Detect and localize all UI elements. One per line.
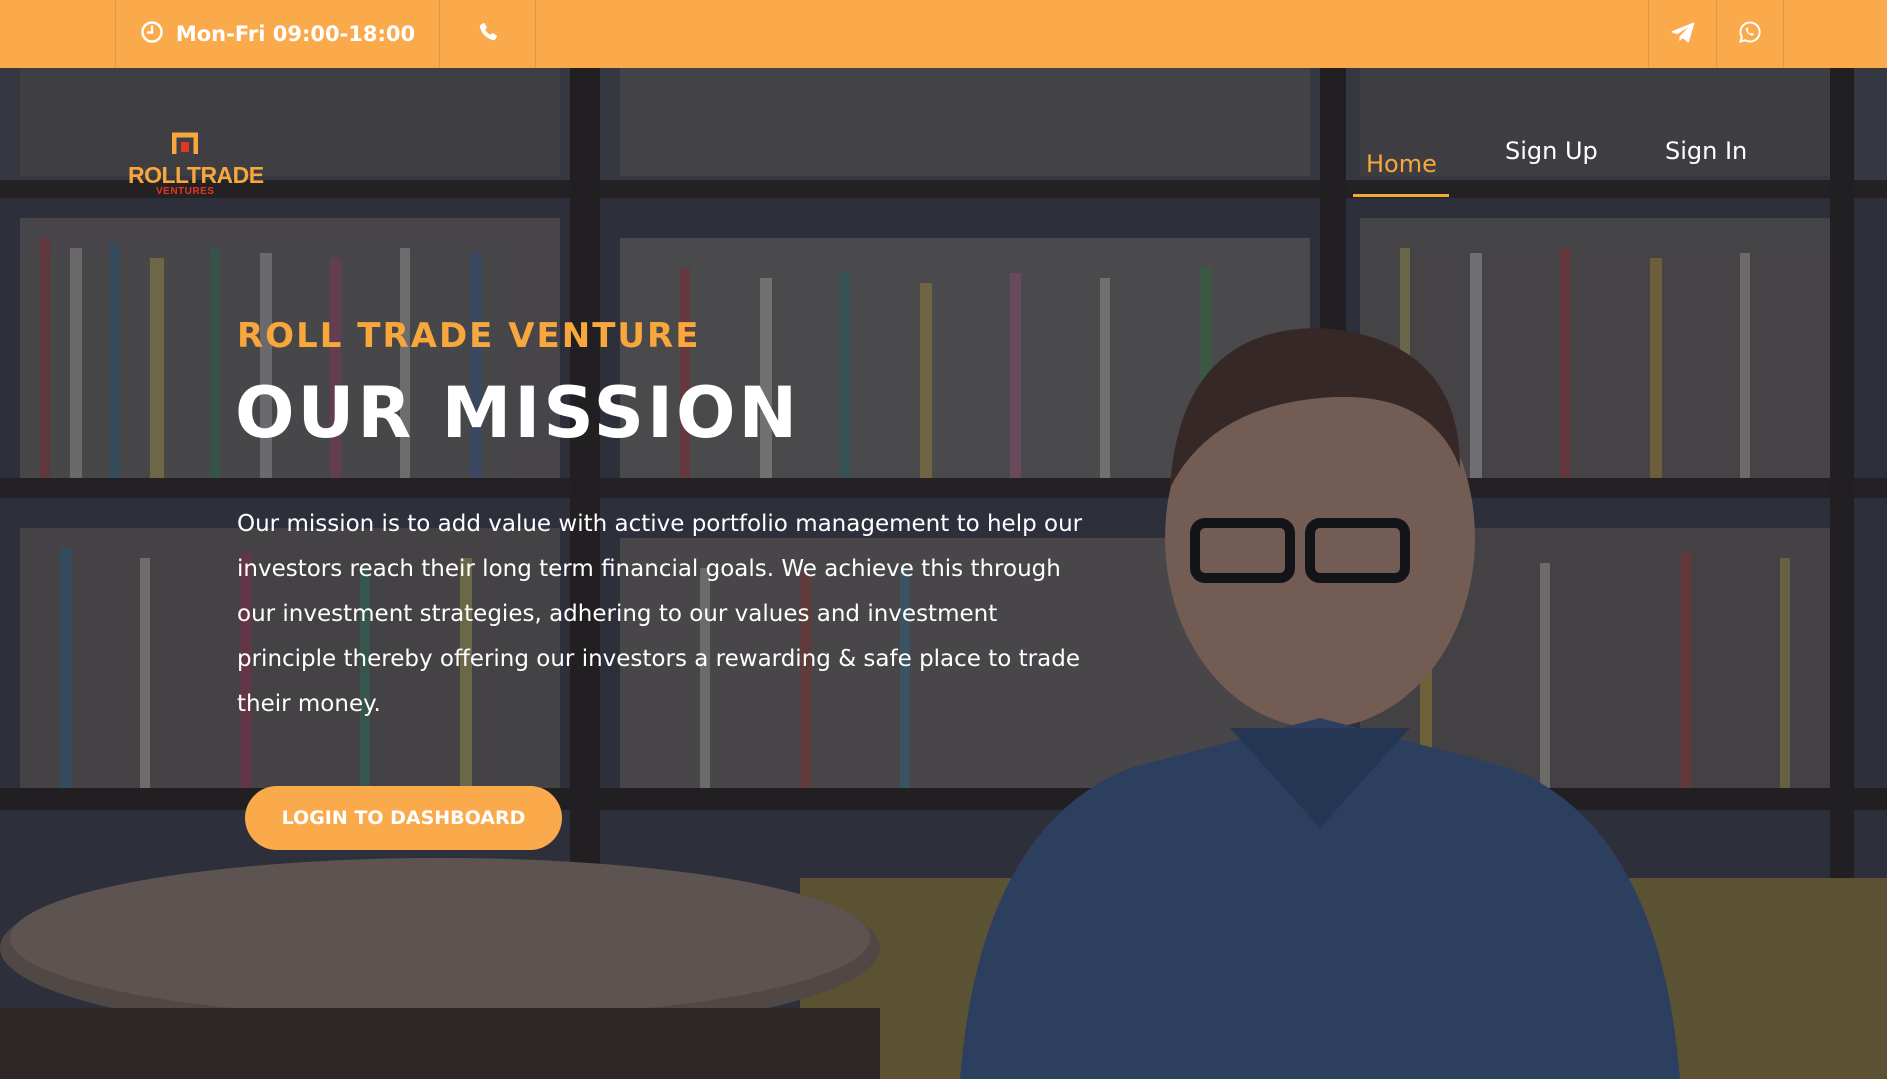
hero-eyebrow: ROLL TRADE VENTURE (237, 316, 701, 356)
logo-subtitle: VENTURES (156, 186, 215, 197)
hero-title: OUR MISSION (235, 372, 801, 454)
telegram-link[interactable] (1648, 0, 1716, 68)
logo-mark-icon (172, 132, 198, 154)
whatsapp-link[interactable] (1716, 0, 1784, 68)
phone-icon (477, 21, 499, 47)
nav-sign-up[interactable]: Sign Up (1505, 137, 1598, 165)
nav-home[interactable]: Home (1366, 150, 1437, 178)
login-dashboard-button[interactable]: LOGIN TO DASHBOARD (245, 786, 562, 850)
hero-description: Our mission is to add value with active … (237, 511, 1083, 717)
telegram-icon (1670, 19, 1696, 49)
nav-active-underline (1353, 194, 1449, 197)
logo-wordmark: ROLLTRADE (128, 162, 264, 188)
business-hours-text: Mon-Fri 09:00-18:00 (175, 22, 416, 46)
brand-logo[interactable]: ROLLTRADE VENTURES (128, 128, 264, 198)
top-info-bar: Mon-Fri 09:00-18:00 (0, 0, 1887, 68)
business-hours: Mon-Fri 09:00-18:00 (115, 0, 439, 68)
whatsapp-icon (1738, 20, 1762, 48)
nav-sign-in[interactable]: Sign In (1665, 137, 1747, 165)
clock-icon (140, 20, 164, 49)
phone-link[interactable] (439, 0, 536, 68)
